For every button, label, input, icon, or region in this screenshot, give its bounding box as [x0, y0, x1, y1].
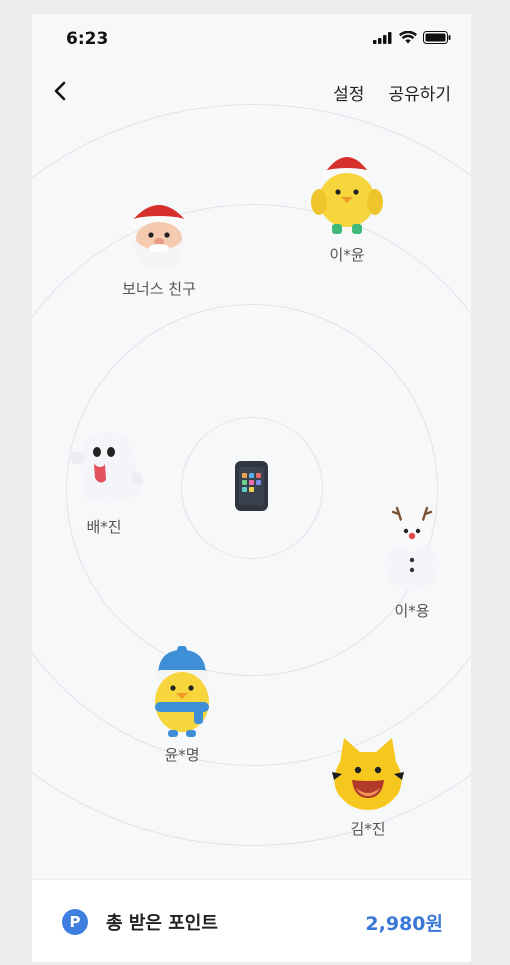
friend-item[interactable]: 이*용 — [372, 504, 452, 621]
friend-name: 이*용 — [394, 602, 430, 620]
friend-item[interactable]: 김*진 — [320, 732, 416, 839]
signal-icon — [373, 31, 392, 44]
status-icons — [373, 31, 451, 44]
friend-name: 배*진 — [86, 518, 122, 536]
wifi-icon — [399, 31, 417, 44]
yellow-cat-character-icon — [332, 738, 404, 810]
friend-item[interactable]: 이*윤 — [302, 146, 392, 265]
total-points-label: 총 받은 포인트 — [106, 913, 218, 934]
battery-icon — [423, 31, 451, 44]
santa-character-icon — [128, 205, 190, 271]
chick-beanie-character-icon — [155, 645, 209, 737]
nav-actions: 설정 공유하기 — [333, 80, 451, 105]
app-screen: 6:23 설정 공유하기 보너스 친구 이*윤 배*진 이*용 윤*명 김*진 … — [32, 14, 471, 962]
friend-bonus[interactable]: 보너스 친구 — [102, 192, 216, 299]
friend-item[interactable]: 배*진 — [54, 426, 154, 537]
chick-santa-hat-character-icon — [311, 157, 383, 234]
friend-name: 보너스 친구 — [122, 280, 196, 298]
share-button[interactable]: 공유하기 — [388, 80, 451, 105]
back-arrow-icon[interactable] — [46, 76, 76, 106]
friend-item[interactable]: 윤*명 — [140, 645, 224, 765]
settings-button[interactable]: 설정 — [333, 80, 364, 105]
snowman-character-icon — [385, 506, 439, 591]
friend-name: 이*윤 — [329, 246, 365, 264]
my-phone-icon — [235, 461, 268, 511]
point-badge-icon: P — [62, 909, 88, 935]
friend-name: 윤*명 — [164, 746, 200, 764]
status-bar: 6:23 — [32, 14, 471, 64]
friend-name: 김*진 — [350, 820, 386, 838]
ghost-character-icon — [70, 432, 144, 503]
points-summary-bar[interactable]: P 총 받은 포인트 2,980원 — [32, 879, 471, 962]
status-time: 6:23 — [66, 29, 109, 49]
total-points-value: 2,980원 — [365, 913, 443, 935]
